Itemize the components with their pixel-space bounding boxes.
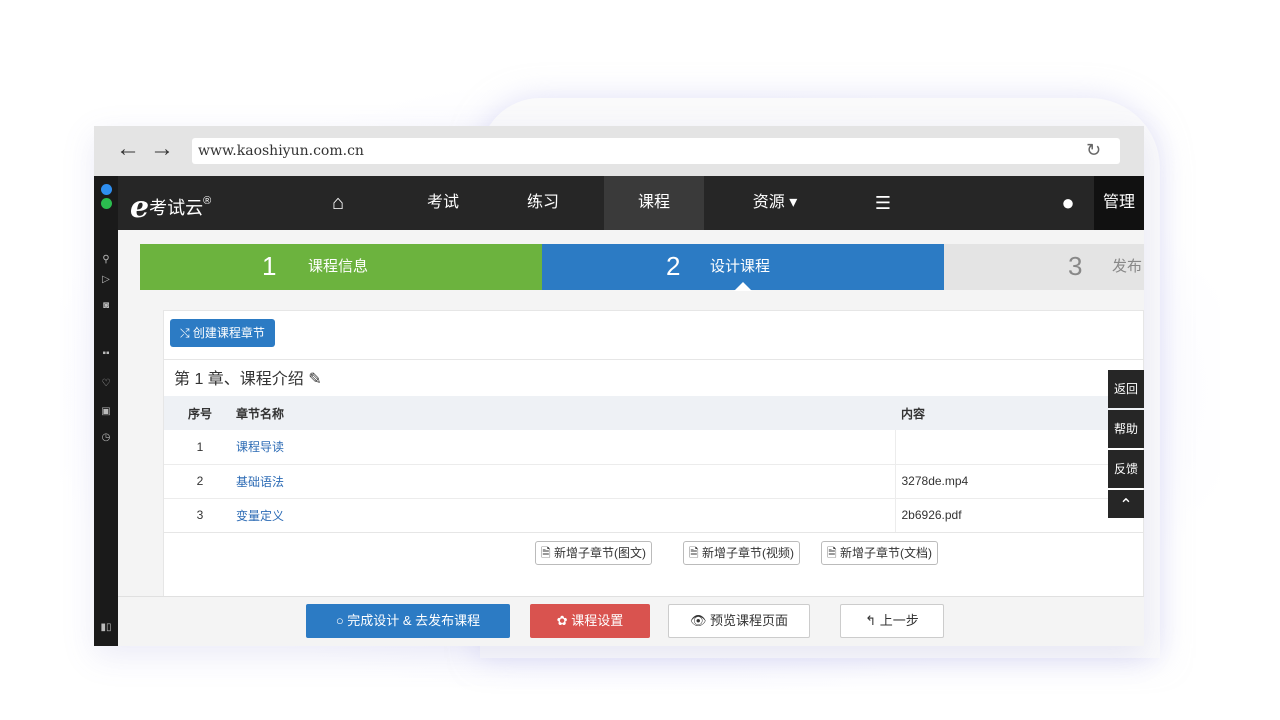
step-wizard: 1 课程信息 2 设计课程 3 发布 <box>140 244 1144 291</box>
bottom-action-bar: ○ 完成设计 & 去发布课程 ✿ 课程设置 👁 预览课程页面 ↰ 上一步 <box>118 596 1144 646</box>
help-button[interactable]: 帮助 <box>1108 410 1144 448</box>
chapter-panel: ⤭ 创建课程章节 第 1 章、课程介绍 ✎ 序号 章节名称 内容 1 课程导读 … <box>163 310 1144 600</box>
wallet-icon[interactable]: ▣ <box>94 406 118 418</box>
column-header: 章节名称 <box>236 406 285 421</box>
heart-icon[interactable]: ♡ <box>94 378 118 390</box>
step-label: 设计课程 <box>710 258 771 275</box>
logo-mark: e <box>130 190 150 225</box>
section-link[interactable]: 基础语法 <box>236 475 284 489</box>
browser-window: ← → www.kaoshiyun.com.cn ↻ ⚲ ▷ ◙ ▪▪ ♡ ▣ … <box>94 126 1144 646</box>
chapter-block: 第 1 章、课程介绍 ✎ 序号 章节名称 内容 1 课程导读 2 基础语法 32… <box>164 359 1144 569</box>
create-chapter-button[interactable]: ⤭ 创建课程章节 <box>170 319 275 347</box>
step-number: 2 <box>666 251 681 281</box>
section-link[interactable]: 课程导读 <box>236 440 284 454</box>
row-number: 3 <box>196 508 204 522</box>
step-label: 课程信息 <box>308 258 369 275</box>
clock-icon[interactable]: ◷ <box>94 432 118 444</box>
reload-icon[interactable]: ↻ <box>1086 139 1101 161</box>
add-video-subsection-button[interactable]: 🗎 新增子章节(视频) <box>683 541 800 565</box>
step-label: 发布 <box>1112 258 1143 275</box>
user-icon[interactable]: ● <box>1048 176 1088 230</box>
admin-link[interactable]: 管理 <box>1094 176 1144 230</box>
nav-course[interactable]: 课程 <box>604 176 704 230</box>
section-content <box>894 430 1144 464</box>
send-icon[interactable]: ▷ <box>94 274 118 286</box>
row-number: 1 <box>196 439 204 454</box>
nav-exam[interactable]: 考试 <box>408 176 478 230</box>
nav-resources-dropdown[interactable]: 资源 ▾ <box>730 176 820 230</box>
chat-bubble-icon[interactable] <box>94 184 118 199</box>
finish-design-button[interactable]: ○ 完成设计 & 去发布课程 <box>306 604 510 638</box>
chapter-title[interactable]: 第 1 章、课程介绍 ✎ <box>174 370 322 390</box>
section-content: 2b6926.pdf <box>894 498 1144 532</box>
add-subsection-row: 🗎 新增子章节(图文) 🗎 新增子章节(视频) 🗎 新增子章节(文档) <box>164 532 1144 570</box>
camera-icon[interactable]: ◙ <box>94 300 118 312</box>
step-number: 1 <box>262 251 277 281</box>
step-1[interactable]: 1 课程信息 <box>140 244 542 290</box>
top-navigation: e考试云® ⌂ 考试 练习 课程 资源 ▾ ☰ ● 管理 <box>118 176 1144 230</box>
column-header: 内容 <box>901 406 926 421</box>
table-row: 1 课程导读 <box>164 430 1144 464</box>
list-icon[interactable]: ☰ <box>858 176 908 230</box>
previous-step-button[interactable]: ↰ 上一步 <box>840 604 944 638</box>
chapter-table: 序号 章节名称 内容 1 课程导读 2 基础语法 3278de.mp4 3 变量… <box>164 396 1144 533</box>
apps-icon[interactable]: ▪▪ <box>94 348 118 360</box>
search-icon[interactable]: ⚲ <box>94 254 118 266</box>
preview-course-button[interactable]: 👁 预览课程页面 <box>668 604 810 638</box>
address-bar: ← → www.kaoshiyun.com.cn ↻ <box>94 126 1144 176</box>
logo-text: 考试云 <box>149 198 204 218</box>
step-2[interactable]: 2 设计课程 <box>542 244 944 291</box>
home-icon[interactable]: ⌂ <box>308 176 368 230</box>
back-arrow-icon[interactable]: ← <box>116 136 140 162</box>
logo[interactable]: e考试云® <box>130 186 211 223</box>
table-row: 3 变量定义 2b6926.pdf <box>164 498 1144 532</box>
course-settings-button[interactable]: ✿ 课程设置 <box>530 604 650 638</box>
feedback-button[interactable]: 反馈 <box>1108 450 1144 488</box>
sidebar-toggle-icon[interactable]: ▮▯ <box>94 622 118 634</box>
add-document-subsection-button[interactable]: 🗎 新增子章节(文档) <box>821 541 938 565</box>
nav-practice[interactable]: 练习 <box>508 176 578 230</box>
step-number: 3 <box>1068 251 1083 281</box>
whatsapp-icon[interactable] <box>94 198 118 213</box>
step-3[interactable]: 3 发布 <box>944 244 1144 290</box>
section-link[interactable]: 变量定义 <box>236 509 284 523</box>
scroll-top-icon[interactable]: ⌃ <box>1108 490 1144 518</box>
main-content: 1 课程信息 2 设计课程 3 发布 ⤭ 创建课程章节 第 1 章、课程介绍 ✎… <box>118 230 1144 626</box>
section-content: 3278de.mp4 <box>894 464 1144 498</box>
table-header-row: 序号 章节名称 内容 <box>164 396 1144 430</box>
add-text-subsection-button[interactable]: 🗎 新增子章节(图文) <box>535 541 652 565</box>
left-app-bar: ⚲ ▷ ◙ ▪▪ ♡ ▣ ◷ ▮▯ <box>94 176 118 646</box>
table-row: 2 基础语法 3278de.mp4 <box>164 464 1144 498</box>
forward-arrow-icon[interactable]: → <box>150 136 174 162</box>
row-number: 2 <box>196 474 204 488</box>
column-header: 序号 <box>187 406 212 421</box>
registered-mark: ® <box>203 195 212 207</box>
url-field[interactable]: www.kaoshiyun.com.cn <box>192 138 1120 164</box>
back-button[interactable]: 返回 <box>1108 370 1144 408</box>
